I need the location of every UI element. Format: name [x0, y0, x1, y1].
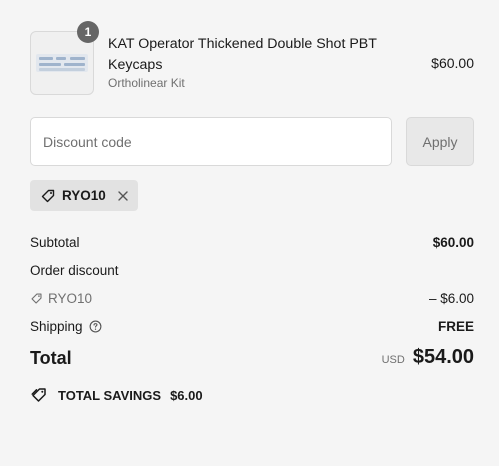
line-item: 1 KAT Operator Thickened Double Shot PBT… [30, 21, 474, 96]
product-thumbnail-wrapper: 1 [30, 21, 99, 95]
product-title: KAT Operator Thickened Double Shot PBT K… [108, 36, 377, 73]
close-icon[interactable] [116, 189, 130, 203]
product-price: $60.00 [431, 55, 474, 71]
tag-icon [30, 292, 43, 305]
order-discount-label: Order discount [30, 263, 119, 278]
subtotal-label: Subtotal [30, 235, 80, 250]
total-value: $54.00 [412, 346, 474, 368]
apply-button[interactable]: Apply [406, 117, 474, 166]
total-savings: TOTAL SAVINGS $6.00 [30, 386, 203, 404]
subtotal-value: $60.00 [432, 235, 474, 250]
discount-code-text: RYO10 [48, 291, 93, 306]
discount-code-input[interactable] [30, 117, 392, 166]
discount-code-label: RYO10 [30, 291, 92, 306]
order-discount-row: Order discount [30, 263, 474, 278]
subtotal-row: Subtotal $60.00 [30, 235, 474, 250]
quantity-badge: 1 [77, 21, 99, 43]
applied-discount-code: RYO10 [62, 188, 106, 203]
discount-code-row: RYO10 – $6.00 [30, 291, 474, 306]
total-value-group: USD $54.00 [382, 346, 474, 369]
discount-value: – $6.00 [428, 291, 474, 306]
keyboard-image [36, 54, 88, 72]
savings-tag-icon [30, 386, 48, 404]
applied-discount-tag: RYO10 [30, 180, 138, 211]
info-icon[interactable] [89, 320, 102, 333]
currency-code: USD [381, 354, 405, 366]
savings-value: $6.00 [170, 387, 203, 403]
savings-label: TOTAL SAVINGS [58, 387, 162, 403]
total-label: Total [30, 348, 72, 368]
shipping-value: FREE [437, 319, 474, 334]
total-row: Total USD $54.00 [30, 346, 474, 374]
tag-icon [40, 188, 56, 204]
product-variant: Ortholinear Kit [108, 76, 185, 90]
shipping-label: Shipping [30, 319, 83, 334]
shipping-row: Shipping FREE [30, 319, 474, 334]
shipping-label-group: Shipping [30, 319, 102, 334]
